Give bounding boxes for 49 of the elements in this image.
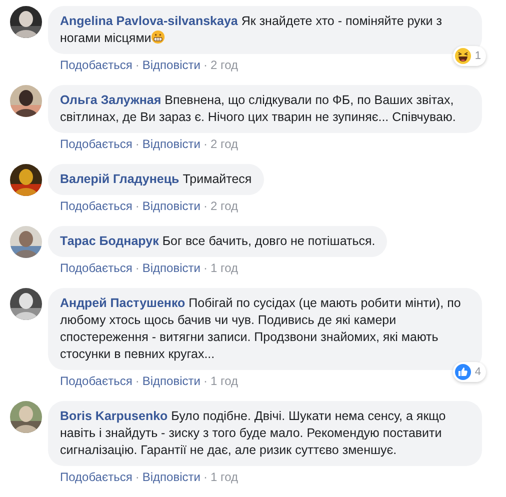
like-link[interactable]: Подобається [60,198,132,215]
like-link[interactable]: Подобається [60,136,132,153]
separator-dot: · [203,469,208,486]
timestamp[interactable]: 1 год [210,469,238,486]
timestamp[interactable]: 1 год [210,373,238,390]
comment-text: Валерій Гладунець Тримайтеся [60,171,252,188]
timestamp[interactable]: 1 год [210,260,238,277]
reply-link[interactable]: Відповісти [142,57,200,74]
separator-dot: · [135,260,140,277]
separator-dot: · [203,198,208,215]
laughing-emoji-icon [454,48,471,64]
separator-dot: · [203,373,208,390]
reply-link[interactable]: Відповісти [142,469,200,486]
separator-dot: · [135,136,140,153]
reaction-badge[interactable]: 4 [452,362,486,382]
comment-text: Тарас Боднарук Бог все бачить, довго не потішаться. [60,233,376,250]
separator-dot: · [135,198,140,215]
author-link[interactable]: Тарас Боднарук [60,234,159,248]
separator-dot: · [135,469,140,486]
timestamp[interactable]: 2 год [210,57,238,74]
grimace-emoji-icon [151,30,166,44]
separator-dot: · [135,57,140,74]
reaction-badge[interactable]: 1 [452,46,486,66]
timestamp[interactable]: 2 год [210,136,238,153]
author-link[interactable]: Андрей Пастушенко [60,296,186,310]
like-link[interactable]: Подобається [60,373,132,390]
reply-link[interactable]: Відповісти [142,260,200,277]
timestamp[interactable]: 2 год [210,198,238,215]
like-link[interactable]: Подобається [60,260,132,277]
separator-dot: · [203,136,208,153]
reply-link[interactable]: Відповісти [142,198,200,215]
reaction-count: 4 [474,365,481,379]
author-link[interactable]: Ольга Залужная [60,93,162,107]
author-link[interactable]: Валерій Гладунець [60,172,180,186]
thumbs-up-icon [454,364,471,380]
separator-dot: · [203,260,208,277]
like-link[interactable]: Подобається [60,469,132,486]
comment-text: Boris Karpusenko Було подібне. Двічі. Шукати нема сенсу, а якщо навіть і знайдуть - зиску з того буде мало. Рекомендую поставити сигналізацію. Гарантії не дає, але ризик суттєво зменшує. [60,408,447,459]
comment-text: Ольга Залужная Впевнена, що слідкували по ФБ, по Ваших звітах, світлинах, де Ви зараз є. Нічого цих тварин не зупиняє... Співчуваю. [60,92,457,126]
separator-dot: · [135,373,140,390]
reaction-count: 1 [474,49,481,63]
author-link[interactable]: Boris Karpusenko [60,409,168,423]
separator-dot: · [203,57,208,74]
comment-text: Angelina Pavlova-silvanskaya Як знайдете хто - поміняйте руки з ногами місцями [60,13,443,47]
reply-link[interactable]: Відповісти [142,136,200,153]
author-link[interactable]: Angelina Pavlova-silvanskaya [60,14,238,28]
comment-text: Андрей Пастушенко Побігай по сусідах (це мають робити мінти), по любому хтось щось бачив чи чув. Подивись де які камери спостереження - витягни записи. Продзвони знайомих, які мають стосунки в певних кругах... [60,295,462,363]
like-link[interactable]: Подобається [60,57,132,74]
reply-link[interactable]: Відповісти [142,373,200,390]
